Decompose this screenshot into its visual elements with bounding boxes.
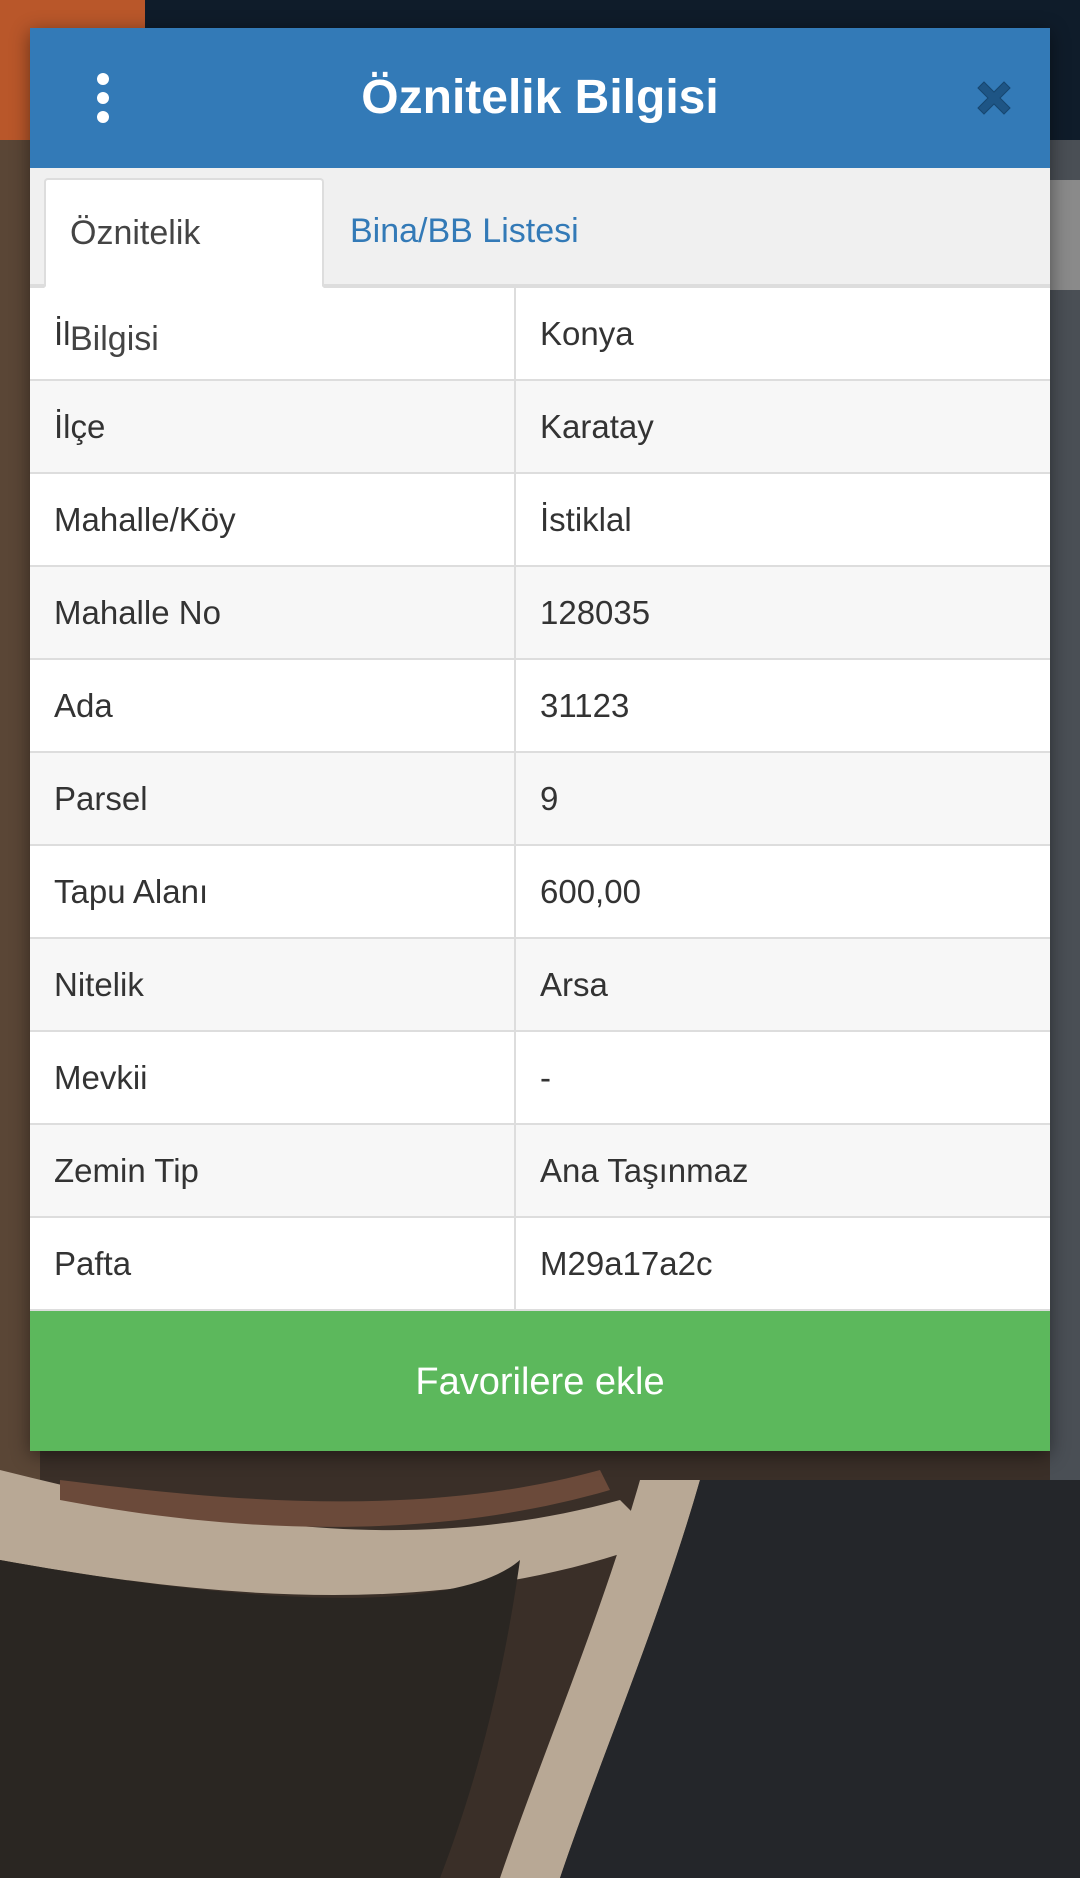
table-row: Zemin Tip Ana Taşınmaz (30, 1123, 1050, 1218)
attribute-key: Mahalle No (30, 565, 516, 660)
attribute-value: 31123 (514, 658, 1050, 753)
attribute-key: Zemin Tip (30, 1123, 516, 1218)
attribute-table: İl Konya İlçe Karatay Mahalle/Köy İstikl… (30, 286, 1050, 1311)
attribute-key: Nitelik (30, 937, 516, 1032)
table-row: Parsel 9 (30, 751, 1050, 846)
attribute-value: Ana Taşınmaz (514, 1123, 1050, 1218)
attribute-info-dialog: Öznitelik Bilgisi Öznitelik Bilgisi Bina… (30, 28, 1050, 1451)
attribute-value: 9 (514, 751, 1050, 846)
attribute-key: Pafta (30, 1216, 516, 1311)
table-row: Pafta M29a17a2c (30, 1216, 1050, 1311)
table-row: Mevkii - (30, 1030, 1050, 1125)
attribute-value: - (514, 1030, 1050, 1125)
tab-attribute-info[interactable]: Öznitelik Bilgisi (44, 178, 324, 358)
attribute-value: Konya (514, 286, 1050, 381)
table-row: Mahalle/Köy İstiklal (30, 472, 1050, 567)
attribute-key: Mevkii (30, 1030, 516, 1125)
attribute-key: Tapu Alanı (30, 844, 516, 939)
close-icon[interactable] (972, 76, 1016, 120)
attribute-key: Parsel (30, 751, 516, 846)
dialog-header: Öznitelik Bilgisi (30, 28, 1050, 168)
table-row: İlçe Karatay (30, 379, 1050, 474)
dialog-title: Öznitelik Bilgisi (361, 71, 719, 124)
attribute-value: 600,00 (514, 844, 1050, 939)
attribute-value: Arsa (514, 937, 1050, 1032)
add-to-favorites-button[interactable]: Favorilere ekle (30, 1311, 1050, 1451)
tab-bar: Öznitelik Bilgisi Bina/BB Listesi (30, 168, 1050, 358)
tab-building-list[interactable]: Bina/BB Listesi (326, 178, 603, 284)
table-row: Mahalle No 128035 (30, 565, 1050, 660)
table-row: İl Konya (30, 286, 1050, 381)
table-row: Tapu Alanı 600,00 (30, 844, 1050, 939)
table-row: Ada 31123 (30, 658, 1050, 753)
table-row: Nitelik Arsa (30, 937, 1050, 1032)
attribute-key: İlçe (30, 379, 516, 474)
attribute-key: Mahalle/Köy (30, 472, 516, 567)
attribute-value: Karatay (514, 379, 1050, 474)
attribute-key: Ada (30, 658, 516, 753)
attribute-value: İstiklal (514, 472, 1050, 567)
attribute-value: M29a17a2c (514, 1216, 1050, 1311)
attribute-value: 128035 (514, 565, 1050, 660)
